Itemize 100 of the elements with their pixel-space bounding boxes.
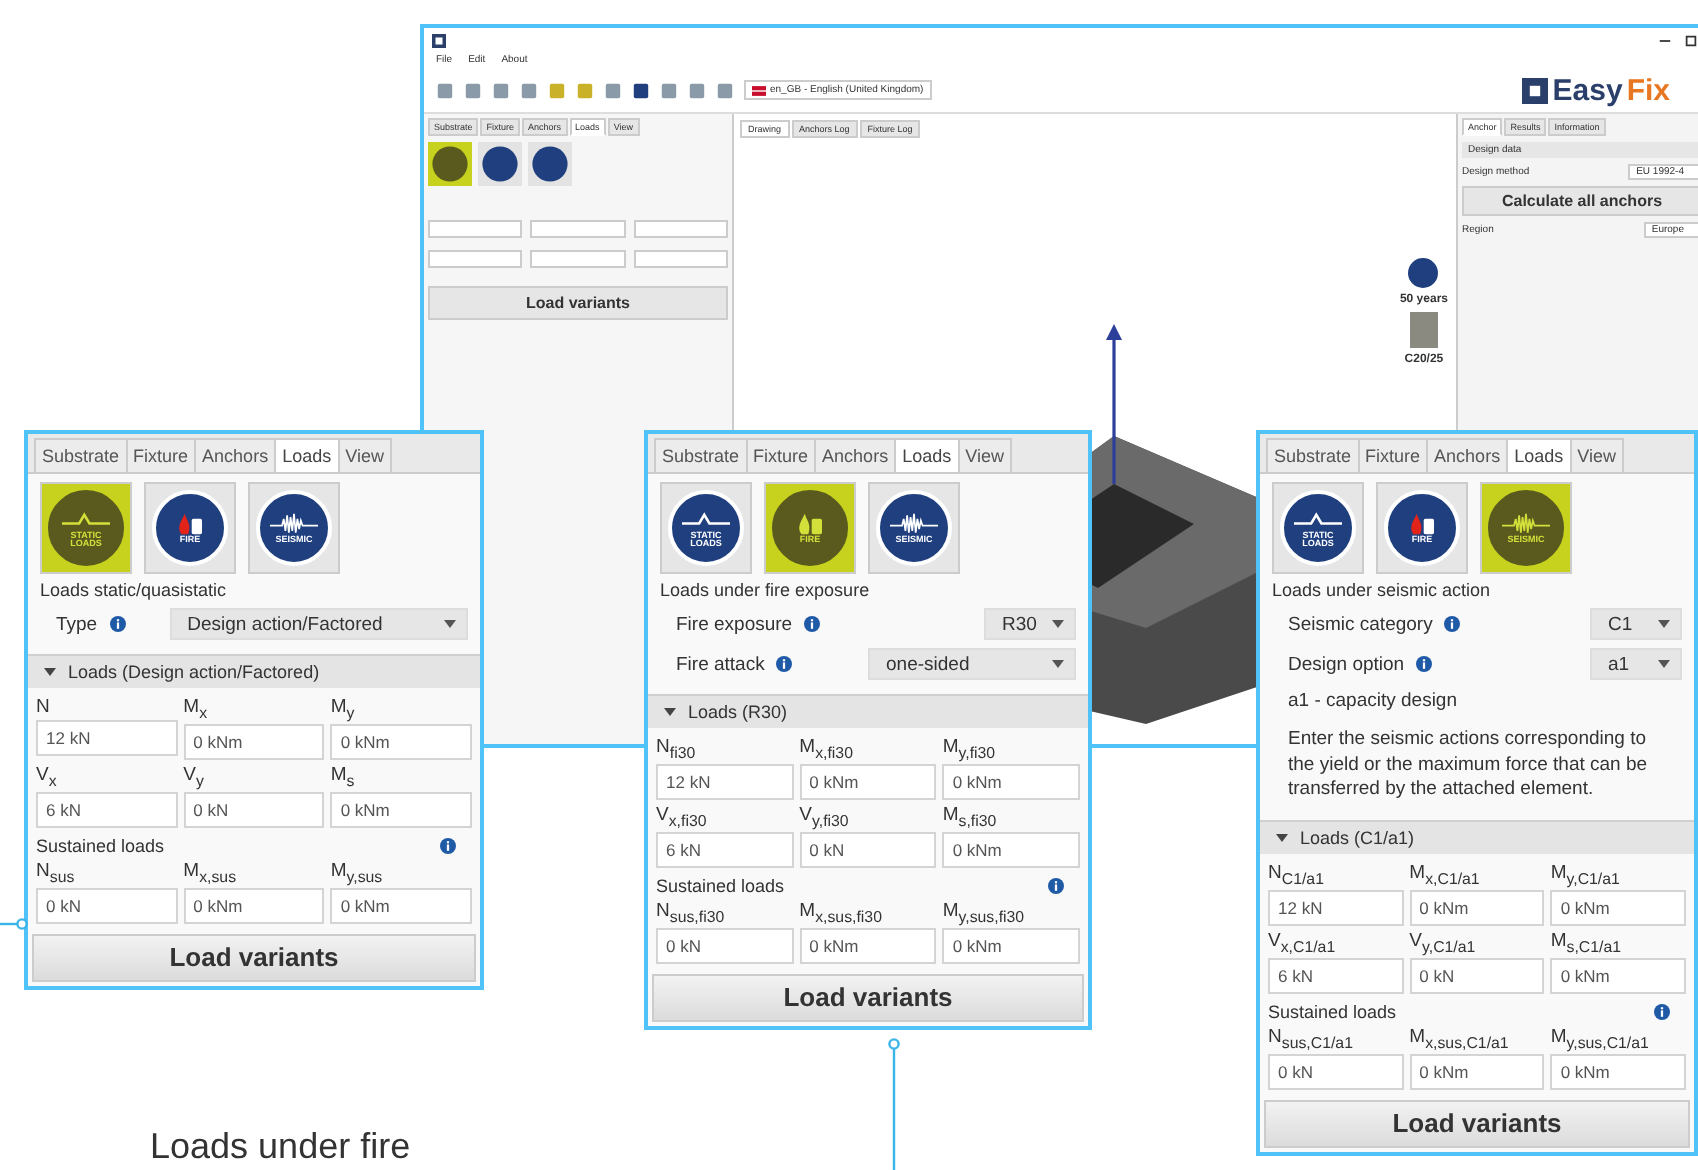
panel-title: Loads under fire exposure [658, 578, 872, 604]
input-field[interactable]: 0 kNm [1409, 1053, 1545, 1090]
load-type-icon[interactable] [428, 142, 472, 186]
flag-icon [752, 85, 766, 95]
tab[interactable]: View [1569, 438, 1624, 472]
panel-title: Loads static/quasistatic [38, 578, 229, 604]
input-field[interactable]: 0 kNm [183, 887, 325, 924]
input-field[interactable]: 12 kN [1268, 890, 1404, 927]
field-label: M$_{x,C1/a1}$ [1409, 860, 1480, 889]
setting-label: Fire attack [676, 653, 765, 675]
input-field[interactable]: 0 kN [799, 831, 937, 868]
field-label: V$_{y}$ [183, 761, 204, 790]
info-icon[interactable] [1416, 656, 1433, 672]
info-icon[interactable] [1444, 616, 1461, 632]
input-field[interactable]: 0 kNm [942, 927, 1080, 964]
input-field[interactable]: 0 kNm [330, 887, 472, 924]
field-label: N$_{sus}$ [36, 857, 75, 886]
input-field[interactable] [530, 220, 626, 238]
input-field[interactable]: 0 kNm [1550, 958, 1686, 995]
caret-icon [1658, 620, 1670, 628]
tab[interactable]: Loads [274, 438, 340, 472]
input-field[interactable] [633, 250, 728, 268]
input-field[interactable]: 0 kNm [799, 927, 937, 964]
input-field[interactable] [530, 250, 626, 268]
load-type-icon[interactable] [478, 142, 522, 186]
input-field[interactable]: 0 kNm [942, 763, 1080, 800]
seismograph-icon [1500, 511, 1552, 536]
tab[interactable]: Substrate [34, 438, 128, 472]
load-variants-button[interactable]: Load variants [1264, 1099, 1690, 1148]
tab[interactable]: Substrate [654, 438, 748, 472]
dropdown[interactable]: a1 [1590, 648, 1682, 680]
calculate-button[interactable]: Calculate all anchors [1462, 186, 1698, 216]
section-header[interactable]: Loads (Design action/Factored) [28, 654, 480, 688]
input-field[interactable]: 0 kN [183, 791, 325, 828]
input-field[interactable] [633, 220, 728, 238]
tab[interactable]: View [957, 438, 1012, 472]
note-text: Enter the seismic actions corresponding to the yield or the maximum force that can be transferred by the attached element. [1286, 725, 1650, 805]
info-icon[interactable] [1654, 1004, 1670, 1021]
input-field[interactable]: 0 kNm [799, 763, 937, 800]
input-field[interactable]: 0 kNm [1550, 890, 1686, 927]
app-icon [432, 33, 446, 47]
input-field[interactable]: 6 kN [36, 791, 178, 828]
field-label: M$_{s,C1/a1}$ [1550, 928, 1621, 957]
field-label: M$_{s,fi30}$ [942, 801, 997, 830]
input-field[interactable]: 6 kN [1268, 958, 1404, 995]
concrete-photo-placeholder [1409, 312, 1438, 348]
load-type-icon[interactable] [528, 142, 572, 186]
input-field[interactable]: 12 kN [656, 763, 794, 800]
input-field[interactable]: 0 kNm [1550, 1053, 1686, 1090]
field-label: N$_{sus,C1/a1}$ [1268, 1024, 1353, 1052]
input-field[interactable]: 0 kNm [183, 723, 325, 760]
caret-icon [1052, 660, 1064, 668]
tab[interactable]: View [337, 438, 392, 472]
setting-label: Fire exposure [676, 613, 793, 635]
field-label: N$_{C1/a1}$ [1268, 860, 1324, 889]
dropdown[interactable]: R30 [984, 608, 1076, 640]
setting-label: Design option [1288, 653, 1405, 675]
input-field[interactable]: 0 kNm [330, 723, 472, 760]
input-field[interactable]: 0 kN [36, 887, 178, 924]
seismograph-icon [268, 511, 320, 536]
input-field[interactable]: 12 kN [36, 720, 178, 756]
info-icon[interactable] [1048, 877, 1064, 894]
field-label: V$_{x,fi30}$ [656, 801, 707, 830]
info-icon[interactable] [776, 656, 793, 672]
info-icon[interactable] [440, 837, 456, 854]
maximize-icon[interactable] [1684, 33, 1698, 47]
field-label: N [36, 694, 50, 718]
info-icon[interactable] [804, 616, 821, 632]
load-variants-button[interactable]: Load variants [32, 933, 476, 982]
input-field[interactable]: 0 kNm [1409, 890, 1545, 927]
input-field[interactable]: 0 kN [1409, 958, 1545, 995]
field-label: M$_{y,C1/a1}$ [1550, 860, 1620, 889]
seismograph-icon [888, 511, 940, 536]
section-header[interactable]: Loads (R30) [648, 694, 1088, 728]
tab[interactable]: Substrate [1266, 438, 1360, 472]
info-icon[interactable] [109, 616, 126, 632]
input-field[interactable]: 0 kNm [942, 831, 1080, 868]
tab[interactable]: Loads [894, 438, 960, 472]
field-label: M$_{y,sus,fi30}$ [942, 897, 1025, 926]
tab[interactable]: Loads [1506, 438, 1572, 472]
load-variants-button[interactable]: Load variants [428, 286, 728, 320]
input-field[interactable] [428, 220, 523, 238]
input-field[interactable]: 0 kNm [330, 791, 472, 828]
input-field[interactable]: 0 kN [1268, 1053, 1404, 1090]
dropdown[interactable]: Design action/Factored [169, 608, 468, 640]
input-field[interactable] [428, 250, 523, 268]
caret-icon [444, 620, 456, 628]
field-label: M$_{x}$ [183, 694, 208, 722]
section-header[interactable]: Loads (C1/a1) [1260, 820, 1694, 855]
dropdown[interactable]: one-sided [868, 648, 1076, 680]
input-field[interactable]: 0 kN [656, 927, 794, 964]
field-label: V$_{x,C1/a1}$ [1268, 928, 1336, 957]
input-field[interactable]: 6 kN [656, 831, 794, 868]
setting-label: Type [56, 613, 98, 635]
logo: EasyFix [1522, 73, 1670, 107]
caret-icon [1658, 660, 1670, 668]
panel-title: Loads under seismic action [1270, 578, 1493, 604]
dropdown[interactable]: C1 [1590, 608, 1682, 640]
sustained-loads-label: Sustained loads [36, 835, 165, 856]
load-variants-button[interactable]: Load variants [652, 973, 1084, 1022]
